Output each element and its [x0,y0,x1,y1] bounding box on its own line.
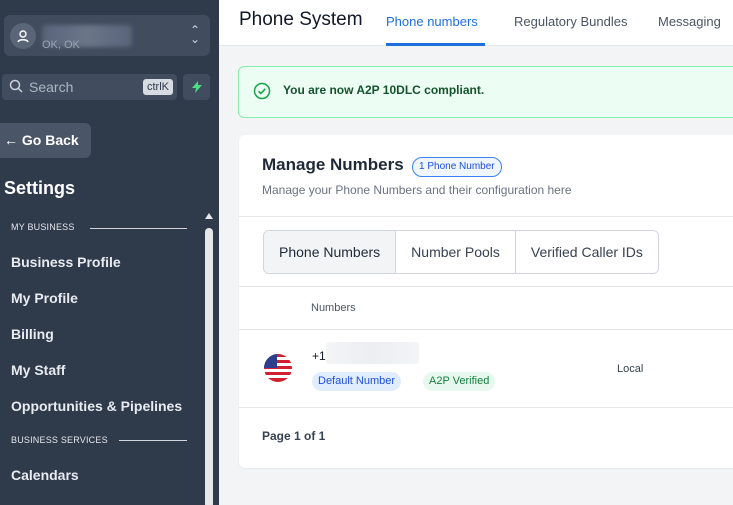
sidebar: OK, OK ⌃ ⌄ Search ctrlK ← Go Back Setting… [0,0,219,505]
tab-regulatory-bundles[interactable]: Regulatory Bundles [514,14,627,29]
search-input[interactable]: Search ctrlK [2,74,177,100]
banner-message: You are now A2P 10DLC compliant. [283,83,485,97]
section-heading-business-services: BUSINESS SERVICES [11,435,108,445]
column-header-numbers: Numbers [311,302,356,314]
pagination-info: Page 1 of 1 [262,429,326,443]
section-divider [119,440,187,441]
settings-title: Settings [4,178,76,198]
tab-phone-numbers[interactable]: Phone numbers [386,14,478,29]
card-title: Manage Numbers [262,155,404,174]
segment-phone-numbers[interactable]: Phone Numbers [264,231,397,273]
divider [239,407,733,408]
card-subtitle: Manage your Phone Numbers and their conf… [262,183,572,197]
active-tab-indicator [386,43,485,46]
section-heading-my-business: MY BUSINESS [11,222,75,232]
us-flag-icon [264,354,292,382]
check-circle-icon [253,82,271,100]
tab-messaging[interactable]: Messaging [658,14,721,29]
number-type: Local [617,363,644,375]
page-title: Phone System [239,9,363,30]
sidebar-item-business-profile[interactable]: Business Profile [11,254,121,270]
search-placeholder: Search [29,79,74,95]
sidebar-item-calendars[interactable]: Calendars [11,467,79,483]
segment-number-pools[interactable]: Number Pools [396,231,516,273]
compliance-banner: You are now A2P 10DLC compliant. [238,66,733,118]
sidebar-item-opportunities-pipelines[interactable]: Opportunities & Pipelines [11,398,182,414]
phone-number-redacted [326,342,419,364]
search-icon [9,79,23,93]
a2p-verified-badge: A2P Verified [423,372,496,391]
manage-numbers-card: Manage Numbers 1 Phone Number Manage you… [239,135,733,468]
divider [239,286,733,287]
divider [239,329,733,330]
chevron-updown-icon: ⌃ ⌄ [189,23,200,46]
sidebar-item-billing[interactable]: Billing [11,326,54,342]
location-avatar-icon [10,23,36,49]
go-back-button[interactable]: ← Go Back [0,123,91,158]
search-shortcut: ctrlK [143,79,173,95]
section-divider [90,228,187,229]
segment-verified-caller-ids[interactable]: Verified Caller IDs [515,231,658,273]
phone-number-prefix: +1 [312,349,326,363]
sidebar-item-my-staff[interactable]: My Staff [11,362,65,378]
phone-count-badge: 1 Phone Number [412,157,502,177]
lightning-icon [191,81,202,93]
quick-actions-button[interactable] [183,74,210,100]
top-navigation: Phone System Phone numbers Regulatory Bu… [219,0,733,46]
default-number-badge: Default Number [312,372,402,391]
scroll-up-arrow-icon[interactable] [205,213,213,219]
sidebar-scroll-thumb[interactable] [205,228,213,505]
divider [239,216,733,217]
account-switcher[interactable]: OK, OK ⌃ ⌄ [4,15,210,56]
numbers-segmented-control: Phone Numbers Number Pools Verified Call… [263,230,659,274]
sidebar-item-my-profile[interactable]: My Profile [11,290,78,306]
account-location: OK, OK [42,39,80,51]
